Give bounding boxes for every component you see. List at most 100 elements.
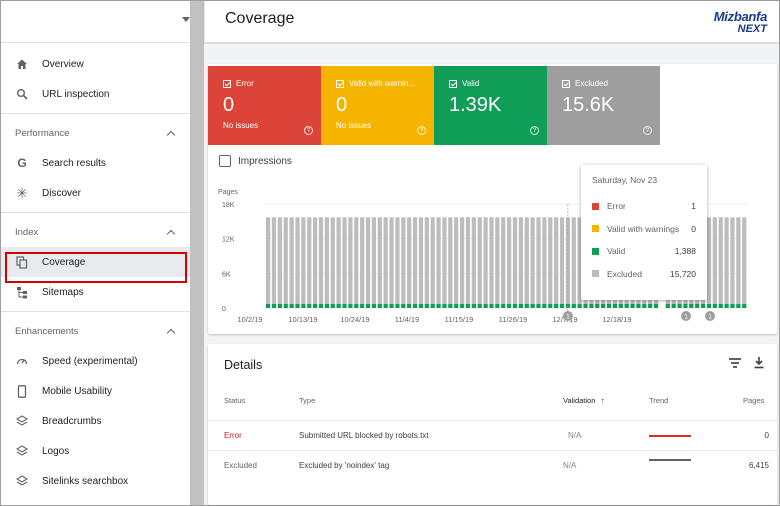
sidebar-item-sitelinks-searchbox[interactable]: Sitelinks searchbox xyxy=(1,466,190,496)
bar-excluded xyxy=(718,217,723,304)
page-title: Coverage xyxy=(225,10,295,27)
section-title: Index xyxy=(15,226,39,238)
bar-valid xyxy=(313,303,318,308)
bar-valid xyxy=(677,303,682,308)
bar-valid xyxy=(577,303,582,308)
checkbox-icon[interactable] xyxy=(223,79,231,88)
sidebar-item-speed[interactable]: Speed (experimental) xyxy=(1,346,190,376)
sidebar-section-index[interactable]: Index xyxy=(1,217,190,247)
checkbox-icon[interactable] xyxy=(336,79,344,88)
sidebar-item-sitemaps[interactable]: Sitemaps xyxy=(1,277,190,307)
table-row[interactable]: Excluded Excluded by 'noindex' tag N/A 6… xyxy=(208,450,777,478)
bar-valid xyxy=(489,303,494,308)
bar-excluded xyxy=(536,217,541,304)
help-icon[interactable]: ? xyxy=(643,126,652,135)
bar-valid xyxy=(712,303,717,308)
impressions-toggle[interactable]: Impressions xyxy=(219,155,292,167)
dropdown-caret-icon[interactable] xyxy=(182,17,190,22)
tile-label: Excluded xyxy=(575,79,608,88)
x-tick-label: 11/4/19 xyxy=(395,315,419,324)
tile-error[interactable]: Error 0 No issues ? xyxy=(208,66,321,145)
bar-valid xyxy=(283,303,288,308)
sidebar-scrollbar[interactable] xyxy=(190,1,204,505)
tile-excluded[interactable]: Excluded 15.6K ? xyxy=(547,66,660,145)
sidebar-item-label: Coverage xyxy=(42,256,86,268)
sidebar-item-logos[interactable]: Logos xyxy=(1,436,190,466)
tooltip-row-warnings: Valid with warnings 0 xyxy=(592,218,696,241)
bar-valid xyxy=(401,303,406,308)
sidebar-section-performance[interactable]: Performance xyxy=(1,118,190,148)
legend-swatch xyxy=(592,225,599,233)
bar-excluded xyxy=(412,217,418,304)
sort-arrow-up-icon[interactable]: ↑ xyxy=(601,396,605,405)
tile-valid-with-warnings[interactable]: Valid with warnin... 0 No issues ? xyxy=(321,66,434,145)
sidebar-item-search-results[interactable]: G Search results xyxy=(1,148,190,178)
download-icon[interactable] xyxy=(753,356,765,374)
filter-icon[interactable] xyxy=(729,358,741,370)
tile-label: Valid with warnin... xyxy=(349,79,416,88)
bar-valid xyxy=(665,303,670,308)
checkbox-icon[interactable] xyxy=(562,79,570,88)
chevron-up-icon[interactable] xyxy=(166,328,176,337)
sidebar-item-mobile-usability[interactable]: Mobile Usability xyxy=(1,376,190,406)
logo-text: Mizbanfa xyxy=(713,9,768,24)
bar-valid xyxy=(371,303,377,308)
bar-valid xyxy=(724,303,729,308)
bar-valid xyxy=(342,303,347,308)
bar-valid xyxy=(271,303,277,308)
table-row[interactable]: Error Submitted URL blocked by robots.tx… xyxy=(208,420,777,448)
bar-excluded xyxy=(348,217,353,304)
bar-excluded xyxy=(418,217,424,304)
bar-excluded xyxy=(542,217,547,304)
chart-tooltip: Saturday, Nov 23 Error 1 Valid with warni… xyxy=(581,165,707,300)
column-header-type[interactable]: Type xyxy=(299,396,315,405)
column-header-status[interactable]: Status xyxy=(224,396,245,405)
layers-icon xyxy=(15,414,29,428)
sidebar-item-overview[interactable]: Overview xyxy=(1,49,190,79)
bar-excluded xyxy=(407,217,412,304)
y-tick-label: 6K xyxy=(222,271,231,278)
property-selector[interactable] xyxy=(1,1,190,43)
column-header-pages[interactable]: Pages xyxy=(743,396,764,405)
tile-valid[interactable]: Valid 1.39K ? xyxy=(434,66,547,145)
legend-swatch xyxy=(592,247,599,255)
bar-valid xyxy=(301,303,306,308)
bar-excluded xyxy=(266,217,271,304)
row-pages: 0 xyxy=(764,431,769,440)
row-validation: N/A xyxy=(563,461,577,470)
google-g-icon: G xyxy=(17,156,27,170)
checkbox-icon[interactable] xyxy=(449,79,457,88)
bar-excluded xyxy=(483,217,488,304)
bar-valid xyxy=(424,303,429,308)
bar-excluded xyxy=(354,217,359,304)
sidebar-item-breadcrumbs[interactable]: Breadcrumbs xyxy=(1,406,190,436)
help-icon[interactable]: ? xyxy=(530,126,539,135)
bar-excluded xyxy=(342,217,347,304)
sidebar-section-enhancements[interactable]: Enhancements xyxy=(1,316,190,346)
legend-swatch xyxy=(592,202,599,210)
bar-valid xyxy=(289,303,294,308)
bar-excluded xyxy=(459,217,465,304)
help-icon[interactable]: ? xyxy=(417,126,426,135)
phone-icon xyxy=(15,384,29,398)
bar-valid xyxy=(618,303,623,308)
bar-excluded xyxy=(307,217,312,304)
checkbox-icon[interactable] xyxy=(219,155,231,167)
bar-valid xyxy=(389,303,394,308)
chevron-up-icon[interactable] xyxy=(166,130,176,139)
bar-valid xyxy=(448,303,453,308)
tooltip-date: Saturday, Nov 23 xyxy=(592,175,658,185)
sidebar-item-discover[interactable]: ✳ Discover xyxy=(1,178,190,208)
tooltip-series-value: 0 xyxy=(691,223,696,234)
bar-valid xyxy=(324,303,330,308)
sidebar-item-url-inspection[interactable]: URL inspection xyxy=(1,79,190,109)
chevron-up-icon[interactable] xyxy=(166,229,176,238)
details-card: Details Status Type Validation ↑ Trend P… xyxy=(208,344,777,505)
column-header-validation[interactable]: Validation xyxy=(563,396,595,405)
x-tick-label: 10/2/19 xyxy=(237,315,262,324)
sidebar-item-coverage[interactable]: Coverage xyxy=(1,247,190,277)
bar-excluded xyxy=(706,217,712,304)
help-icon[interactable]: ? xyxy=(304,126,313,135)
tooltip-series-name: Valid with warnings xyxy=(607,223,680,234)
sidebar-item-label: Sitemaps xyxy=(42,286,84,298)
